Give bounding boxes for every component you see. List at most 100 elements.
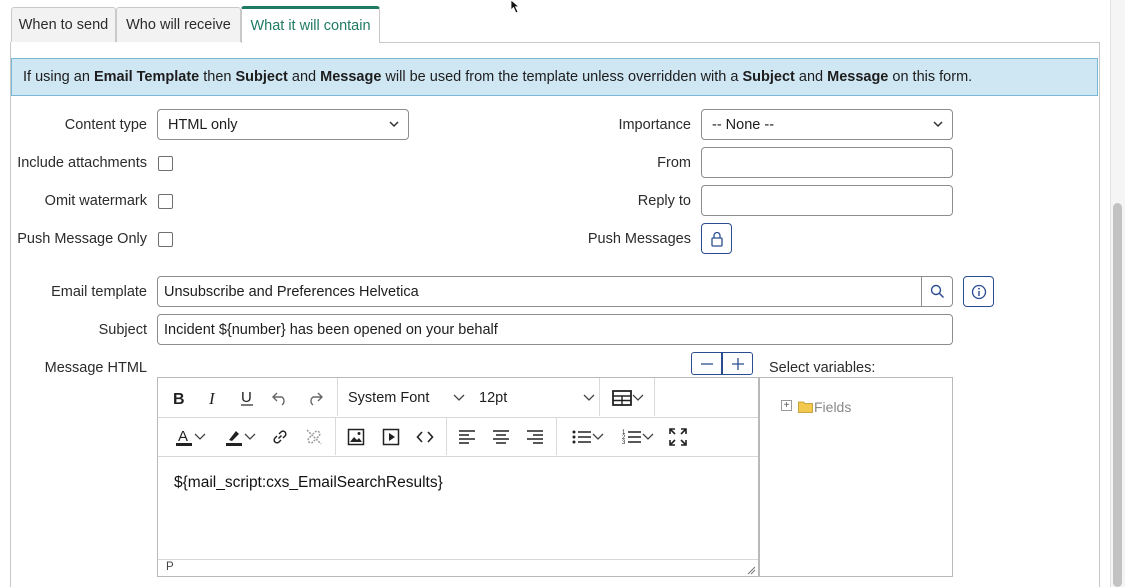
svg-text:I: I — [208, 390, 216, 406]
include-attachments-checkbox[interactable] — [158, 156, 173, 171]
bullet-list-button[interactable] — [566, 425, 610, 449]
banner-text: If using an Email Template then Subject … — [23, 69, 973, 85]
page-scrollbar-thumb[interactable] — [1113, 203, 1122, 587]
align-right-icon — [527, 430, 543, 444]
chevron-down-icon — [244, 433, 256, 440]
table-button[interactable] — [607, 387, 649, 409]
info-icon — [971, 284, 986, 299]
underline-button[interactable]: U — [236, 387, 258, 409]
chevron-down-icon — [592, 433, 604, 440]
redo-button[interactable] — [304, 387, 326, 409]
expander-glyph: + — [783, 399, 790, 411]
table-icon — [612, 390, 632, 406]
link-icon — [273, 430, 287, 444]
email-template-label: Email template — [51, 284, 147, 300]
tab-label: When to send — [18, 17, 109, 33]
fullscreen-icon — [669, 428, 687, 446]
minus-icon — [700, 362, 713, 365]
font-size-value: 12pt — [479, 390, 508, 406]
tab-what-it-will-contain[interactable]: What it will contain — [241, 6, 380, 43]
lock-icon — [710, 231, 723, 247]
search-icon — [930, 284, 944, 299]
highlighter-icon — [226, 431, 242, 446]
align-center-button[interactable] — [489, 425, 513, 449]
chevron-down-icon — [194, 433, 206, 440]
toolbar-separator — [446, 417, 447, 455]
email-template-info-button[interactable] — [963, 276, 994, 307]
select-variables-panel: + Fields — [759, 377, 953, 577]
highlight-color-button[interactable] — [218, 425, 262, 449]
push-message-only-checkbox[interactable] — [158, 232, 173, 247]
align-right-button[interactable] — [523, 425, 547, 449]
push-messages-lock-button[interactable] — [701, 223, 732, 254]
toolbar-separator — [599, 378, 600, 416]
underline-icon: U — [241, 389, 253, 406]
editor-content[interactable]: ${mail_script:cxs_EmailSearchResults} — [174, 474, 443, 492]
image-icon — [347, 428, 365, 446]
chevron-down-icon — [453, 394, 465, 401]
insert-media-button[interactable] — [379, 425, 403, 449]
reply-to-label: Reply to — [637, 193, 691, 209]
fullscreen-button[interactable] — [666, 425, 690, 449]
unlink-icon — [306, 429, 322, 445]
align-center-icon — [493, 430, 509, 444]
svg-text:A: A — [178, 428, 188, 445]
shrink-editor-button[interactable] — [691, 352, 722, 375]
svg-text:B: B — [173, 391, 185, 406]
expand-editor-button[interactable] — [722, 352, 753, 375]
omit-watermark-checkbox[interactable] — [158, 194, 173, 209]
chevron-down-icon — [642, 433, 654, 440]
tab-who-will-receive[interactable]: Who will receive — [116, 7, 241, 42]
tab-label: What it will contain — [250, 18, 371, 34]
chevron-down-icon — [583, 394, 595, 401]
toolbar-separator — [556, 417, 557, 455]
select-variables-label: Select variables: — [769, 360, 876, 376]
insert-image-button[interactable] — [344, 425, 368, 449]
numbered-list-button[interactable]: 123 — [616, 425, 660, 449]
email-template-input[interactable]: Unsubscribe and Preferences Helvetica — [157, 276, 922, 307]
insert-link-button[interactable] — [268, 425, 292, 449]
font-family-select[interactable]: System Font — [348, 387, 468, 409]
from-input[interactable] — [701, 147, 953, 178]
text-color-button[interactable]: A — [168, 425, 212, 449]
panel-border-left — [10, 42, 11, 587]
element-path: P — [166, 561, 174, 573]
reply-to-input[interactable] — [701, 185, 953, 216]
push-message-only-label: Push Message Only — [17, 231, 147, 247]
email-template-lookup-button[interactable] — [921, 276, 953, 307]
editor-toolbar-row-1: B I U System Font 12pt — [158, 378, 758, 418]
undo-icon — [272, 392, 285, 406]
tab-when-to-send[interactable]: When to send — [11, 7, 116, 42]
bold-icon: B — [173, 391, 185, 406]
importance-label: Importance — [618, 117, 691, 133]
importance-value: -- None -- — [712, 116, 775, 133]
content-type-label: Content type — [64, 117, 147, 133]
fields-tree-item[interactable]: Fields — [814, 399, 851, 415]
subject-value: Incident ${number} has been opened on yo… — [164, 321, 498, 338]
align-left-button[interactable] — [455, 425, 479, 449]
html-editor: B I U System Font 12pt A 1 2 3 ${mail_sc… — [157, 377, 759, 577]
content-type-select[interactable]: HTML only — [157, 109, 409, 140]
tab-label: Who will receive — [126, 17, 231, 33]
chevron-down-icon — [632, 394, 644, 401]
svg-text:U: U — [241, 389, 252, 406]
font-size-select[interactable]: 12pt — [479, 387, 579, 409]
unlink-button[interactable] — [302, 425, 326, 449]
toolbar-separator — [654, 378, 655, 416]
numbered-list-icon: 123 — [622, 430, 641, 445]
fields-expand-toggle[interactable]: + — [781, 400, 792, 411]
align-left-icon — [459, 430, 475, 444]
folder-icon — [798, 401, 813, 413]
toolbar-separator — [335, 417, 336, 455]
toolbar-separator — [337, 378, 338, 416]
subject-input[interactable]: Incident ${number} has been opened on yo… — [157, 314, 953, 345]
undo-button[interactable] — [269, 387, 291, 409]
bold-button[interactable]: B — [168, 387, 190, 409]
source-code-button[interactable] — [413, 425, 437, 449]
push-messages-label: Push Messages — [587, 231, 691, 247]
italic-button[interactable]: I — [202, 387, 224, 409]
svg-text:3: 3 — [622, 440, 626, 445]
importance-select[interactable]: -- None -- — [701, 109, 953, 140]
resize-handle-icon[interactable] — [746, 565, 756, 575]
editor-toolbar-row-2: A 1 2 3 — [158, 417, 758, 457]
